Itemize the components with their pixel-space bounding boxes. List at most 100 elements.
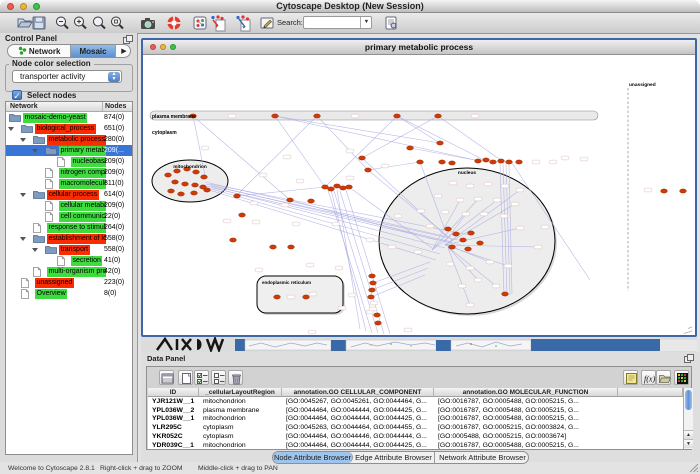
network-node[interactable] [680,189,687,193]
tree-node-label[interactable]: cell communicat [59,212,106,222]
network-node[interactable] [346,185,353,189]
tree-node-label[interactable]: cellular process [47,190,99,200]
network-node[interactable] [234,194,241,198]
scrollbar-thumb[interactable] [685,390,692,410]
network-node[interactable] [498,159,505,163]
plasma-membrane-region[interactable] [150,111,598,120]
table-cell[interactable]: [GO:0044464, GO:0044444, GO:0044425, G..… [286,415,433,424]
tab-network[interactable]: Network [8,45,71,57]
network-node[interactable] [328,187,335,191]
network-node[interactable] [274,295,281,299]
tree-expand-arrow-icon[interactable] [20,193,26,197]
network-node[interactable] [193,170,200,174]
tree-row[interactable]: cellular metabo209(0) [6,200,132,211]
attribute-matrix-icon[interactable] [159,370,174,385]
network-node[interactable] [374,313,381,317]
network-node[interactable] [460,238,467,242]
network-node[interactable] [192,183,199,187]
network-node[interactable] [314,114,321,118]
resize-grip-icon[interactable] [689,463,699,473]
network-node[interactable] [287,198,294,202]
tree-node-label[interactable]: transport [59,245,90,255]
advanced-search-icon[interactable] [382,14,400,32]
network-node[interactable] [368,295,375,299]
network-node[interactable] [288,245,295,249]
tree-row[interactable]: biological_process651(0) [6,123,132,134]
network-window-titlebar[interactable]: primary metabolic process [143,40,695,55]
network-node[interactable] [239,213,246,217]
tree-expand-arrow-icon[interactable] [32,149,38,153]
scroll-up-arrow[interactable]: ▲ [684,430,693,439]
tree-node-label[interactable]: secretion [71,256,102,266]
network-node[interactable] [661,189,668,193]
float-panel-icon[interactable] [123,35,131,42]
network-node[interactable] [365,168,372,172]
network-node[interactable] [437,141,444,145]
network-node[interactable] [340,186,347,190]
network-node[interactable] [370,281,377,285]
zoom-fit-icon[interactable] [90,14,108,32]
tree-row[interactable]: nucleobase-209(0) [6,156,132,167]
tree-node-label[interactable]: response to stimulu [47,223,106,233]
table-cell[interactable]: [GO:0045267, GO:0045261, GO:0044464, G..… [286,398,433,407]
help-icon[interactable] [165,14,183,32]
table-column-header[interactable]: annotation.GO CELLULAR_COMPONENT [282,388,434,397]
network-node[interactable] [477,241,484,245]
table-cell[interactable]: [GO:0016787, GO:0005488, GO:0005215, G..… [438,398,617,407]
tree-expand-arrow-icon[interactable] [8,127,14,131]
select-nodes-checkbox[interactable]: ✓ [12,90,22,100]
table-cell[interactable]: YKR052C [152,433,198,442]
network-node[interactable] [272,114,279,118]
tree-row[interactable]: primary metabo209(... [6,145,132,156]
network-node[interactable] [449,245,456,249]
network-node[interactable] [465,247,472,251]
table-scrollbar[interactable]: ▲ ▼ [683,388,693,449]
node-color-dropdown[interactable]: transporter activity ▲▼ [12,70,122,83]
new-attribute-icon[interactable] [178,370,193,385]
scroll-down-arrow[interactable]: ▼ [684,439,693,448]
network-node[interactable] [407,146,414,150]
more-tabs-arrow[interactable]: ▶ [116,45,131,57]
tree-row[interactable]: Overview8(0) [6,288,132,299]
network-node[interactable] [375,321,382,325]
network-node[interactable] [516,160,523,164]
tree-row[interactable]: unassigned223(0) [6,277,132,288]
network-node[interactable] [369,288,376,292]
table-cell[interactable]: mitochondrion [203,415,281,424]
tree-node-label[interactable]: cellular metabo [59,201,106,211]
table-cell[interactable]: YPL036W__1 [152,415,198,424]
layout-plugin-3-icon[interactable] [234,14,252,32]
network-node[interactable] [182,182,189,186]
tree-row[interactable]: macromolecule311(0) [6,178,132,189]
table-column-header[interactable]: _cellularLayoutRegion [199,388,282,397]
zoom-selected-icon[interactable] [108,14,126,32]
tree-node-label[interactable]: primary metabo [59,146,106,156]
network-node[interactable] [204,188,211,192]
network-node[interactable] [270,245,277,249]
network-node[interactable] [165,173,172,177]
table-cell[interactable]: cytoplasm [203,424,281,433]
table-cell[interactable]: YDR039C__1 [152,442,198,450]
network-node[interactable] [483,158,490,162]
tree-row[interactable]: response to stimulu264(0) [6,222,132,233]
tree-expand-arrow-icon[interactable] [20,138,26,142]
function-builder-icon[interactable]: f(x) [641,370,656,385]
table-cell[interactable]: YLR295C [152,424,198,433]
network-canvas[interactable]: plasma membranecytoplasmmitochondrionnuc… [143,55,695,335]
import-attributes-icon[interactable] [656,370,671,385]
tree-node-label[interactable]: establishment of lo [47,234,106,244]
network-node[interactable] [359,156,366,160]
table-cell[interactable]: [GO:0016787, GO:0005488, GO:0005215, G..… [438,415,617,424]
tree-row[interactable]: cell communicat22(0) [6,211,132,222]
table-column-header[interactable]: annotation.GO MOLECULAR_FUNCTION [434,388,618,397]
zoom-in-icon[interactable] [71,14,89,32]
tree-node-label[interactable]: metabolic process [47,135,106,145]
network-node[interactable] [445,227,452,231]
table-cell[interactable]: [GO:0016787, GO:0005488, GO:0005215, G..… [438,442,617,450]
tree-node-label[interactable]: unassigned [35,278,74,288]
network-node[interactable] [369,274,376,278]
title-bar[interactable]: Cytoscape Desktop (New Session) [0,0,700,13]
network-node[interactable] [439,160,446,164]
notes-icon[interactable] [623,370,638,385]
table-cell[interactable]: [GO:0045263, GO:0044464, GO:0044455, G..… [286,424,433,433]
